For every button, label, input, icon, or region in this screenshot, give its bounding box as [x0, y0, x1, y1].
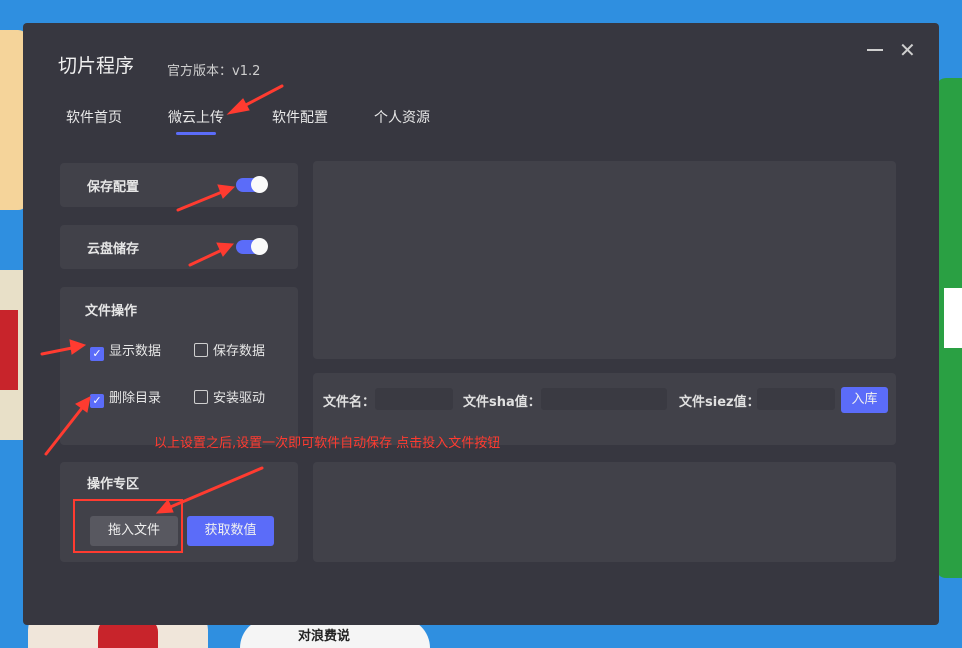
desktop-wallpaper-fragment	[936, 78, 962, 578]
toggle-knob	[251, 176, 268, 193]
show-data-option[interactable]: ✓ 显示数据	[90, 340, 161, 361]
fetch-values-button[interactable]: 获取数值	[187, 516, 274, 546]
instruction-annotation: 以上设置之后,设置一次即可软件自动保存 点击投入文件按钮	[154, 436, 501, 451]
file-ops-title: 文件操作	[85, 304, 138, 319]
save-config-label: 保存配置	[87, 180, 140, 195]
cloud-storage-toggle[interactable]	[236, 238, 268, 255]
save-data-option[interactable]: 保存数据	[194, 340, 265, 359]
version-label: 官方版本：v1.2	[167, 64, 261, 79]
log-area	[313, 462, 896, 562]
file-size-input[interactable]	[757, 388, 835, 410]
show-data-label: 显示数据	[109, 344, 162, 359]
wallpaper-caption: 对浪费说	[298, 629, 351, 644]
data-display-area	[313, 161, 896, 359]
minimize-icon[interactable]	[867, 49, 883, 51]
file-sha-label: 文件sha值：	[463, 395, 541, 410]
save-config-panel: 保存配置	[60, 163, 298, 207]
file-name-input[interactable]	[375, 388, 453, 410]
cloud-storage-label: 云盘储存	[87, 242, 140, 257]
submit-button[interactable]: 入库	[841, 387, 888, 413]
file-name-label: 文件名：	[323, 395, 376, 410]
save-data-label: 保存数据	[213, 344, 266, 359]
file-ops-panel: 文件操作 ✓ 显示数据 保存数据 ✓ 删除目录 安装驱动	[60, 287, 298, 445]
install-driver-option[interactable]: 安装驱动	[194, 387, 265, 406]
tab-home[interactable]: 软件首页	[66, 107, 122, 127]
checkbox-checked-icon[interactable]: ✓	[90, 394, 104, 408]
toggle-knob	[251, 238, 268, 255]
app-title: 切片程序	[58, 55, 135, 77]
checkbox-unchecked-icon[interactable]	[194, 343, 208, 357]
checkbox-checked-icon[interactable]: ✓	[90, 347, 104, 361]
checkbox-unchecked-icon[interactable]	[194, 390, 208, 404]
close-icon[interactable]: ✕	[899, 40, 916, 60]
tab-software-config[interactable]: 软件配置	[272, 107, 328, 127]
action-zone-title: 操作专区	[87, 477, 140, 492]
save-config-toggle[interactable]	[236, 176, 268, 193]
delete-dir-label: 删除目录	[109, 391, 162, 406]
tab-weiyun-upload[interactable]: 微云上传	[168, 107, 224, 135]
install-driver-label: 安装驱动	[213, 391, 266, 406]
highlight-box	[73, 499, 183, 553]
app-window: 切片程序 官方版本：v1.2 ✕ 软件首页 微云上传 软件配置 个人资源 保存配…	[23, 23, 939, 625]
file-sha-input[interactable]	[541, 388, 667, 410]
delete-dir-option[interactable]: ✓ 删除目录	[90, 387, 161, 408]
tab-personal-resources[interactable]: 个人资源	[374, 107, 430, 127]
file-size-label: 文件siez值：	[679, 395, 760, 410]
cloud-storage-panel: 云盘储存	[60, 225, 298, 269]
